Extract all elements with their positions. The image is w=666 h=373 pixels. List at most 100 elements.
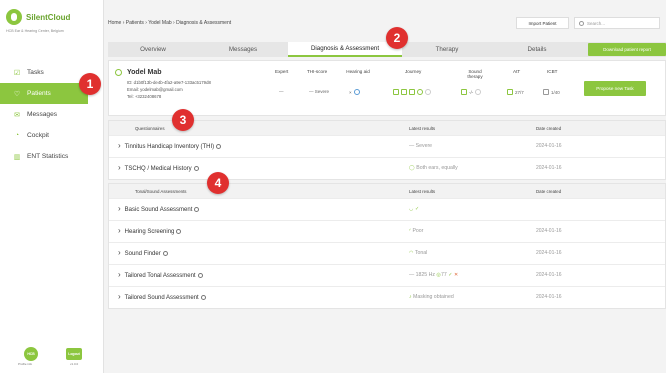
journey-step-icon <box>417 89 423 95</box>
dash-icon: — <box>409 272 416 278</box>
patients-icon: ♡ <box>13 90 21 98</box>
hearing-aid-label: Hearing aid <box>346 69 370 74</box>
sidebar-item-cockpit[interactable]: ◔ Cockpit <box>0 125 104 146</box>
search-input[interactable]: Search... <box>574 17 660 29</box>
row-result: Both ears, equally <box>416 165 458 171</box>
info-icon[interactable] <box>162 250 168 256</box>
sidebar-item-label: Messages <box>27 111 58 118</box>
icbt-label: ICBT <box>547 69 558 74</box>
checklist-icon: ☑ <box>13 69 21 77</box>
table-row[interactable]: Sound Finder ◠ Tonal 2024-01-16 <box>109 242 665 264</box>
top-bar: Home › Patients › Yodel Mab › Diagnosis … <box>108 17 660 31</box>
sidebar: SilentCloud HCB Ear & Hearing Center, Be… <box>0 0 104 373</box>
journey-label: Journey <box>405 69 422 74</box>
breadcrumb[interactable]: Home › Patients › Yodel Mab › Diagnosis … <box>108 20 231 26</box>
avatar[interactable]: HCB <box>24 347 38 361</box>
annotation-badge: 4 <box>207 172 229 194</box>
search-icon <box>579 20 584 26</box>
row-result: ✓ <box>414 206 420 212</box>
thi-value: — Severe <box>309 89 330 94</box>
sidebar-item-label: Cockpit <box>27 132 49 139</box>
info-icon[interactable] <box>193 165 199 171</box>
patient-name: Yodel Mab <box>127 69 162 76</box>
sidebar-item-label: Tasks <box>27 69 44 76</box>
close-icon: ✕ <box>454 272 459 278</box>
app-name: SilentCloud <box>26 12 71 22</box>
sidebar-item-ent-statistics[interactable]: ▥ ENT Statistics <box>0 146 104 167</box>
propose-task-button[interactable]: Propose new Task <box>584 81 646 96</box>
ear-icon <box>353 89 360 95</box>
journey-steps[interactable] <box>393 89 431 95</box>
row-result: Tonal <box>414 250 428 256</box>
download-report-button[interactable]: Download patient report <box>588 43 666 56</box>
sidebar-item-messages[interactable]: ✉ Messages <box>0 104 104 125</box>
app-logo[interactable]: SilentCloud <box>6 9 70 25</box>
row-title: Hearing Screening <box>124 229 175 235</box>
check-icon: ✓ <box>448 272 453 278</box>
column-header: Date created <box>536 188 562 194</box>
info-icon[interactable] <box>194 206 200 212</box>
table-row[interactable]: Tailored Tonal Assessment — 1825 Hz ◎77 … <box>109 264 665 286</box>
hearing-aid-value[interactable]: × <box>349 89 360 95</box>
row-date: 2024-01-16 <box>536 143 562 149</box>
tonal-assessments-table: Tonal/Sound Assessments Latest results D… <box>108 183 666 309</box>
row-date: 2024-01-16 <box>536 294 562 300</box>
att-value: 27/7 <box>507 89 524 95</box>
avatar-caption: Profile info <box>18 362 33 366</box>
expert-label: Expert <box>275 69 289 74</box>
import-patient-button[interactable]: Import Patient <box>516 17 569 29</box>
info-icon[interactable] <box>197 272 203 278</box>
logout-button[interactable]: Logout <box>66 348 82 360</box>
annotation-badge: 1 <box>79 73 101 95</box>
sound-therapy-label: Sound therapy <box>467 69 483 80</box>
row-result: Masking obtained <box>413 294 454 300</box>
row-title: Tailored Tonal Assessment <box>124 273 196 279</box>
table-row[interactable]: TSCHQ / Medical History ◯ Both ears, equ… <box>109 157 665 179</box>
journey-step-icon <box>401 89 407 95</box>
row-title: TSCHQ / Medical History <box>124 166 192 172</box>
cockpit-icon: ◔ <box>14 132 20 139</box>
row-title: Sound Finder <box>124 251 161 257</box>
att-label: AtT <box>513 69 521 74</box>
table-row[interactable]: Hearing Screening ◜ Poor 2024-01-16 <box>109 220 665 242</box>
annotation-badge: 2 <box>386 27 408 49</box>
row-result: Poor <box>412 228 424 234</box>
cloud-icon <box>543 89 549 95</box>
tab-overview[interactable]: Overview <box>108 42 198 57</box>
tab-details[interactable]: Details <box>492 42 582 57</box>
table-row[interactable]: Tinnitus Handicap Inventory (THI) — Seve… <box>109 135 665 157</box>
info-icon[interactable] <box>200 294 206 300</box>
journey-step-icon <box>425 89 431 95</box>
info-icon[interactable] <box>216 143 222 149</box>
column-header: Questionnaires <box>135 125 165 131</box>
row-title: Tinnitus Handicap Inventory (THI) <box>124 144 215 150</box>
questionnaires-table: Questionnaires Latest results Date creat… <box>108 120 666 180</box>
patient-status-icon <box>115 69 122 76</box>
row-result: 1825 Hz <box>415 272 435 278</box>
annotation-badge: 3 <box>172 109 194 131</box>
messages-icon: ✉ <box>14 111 20 119</box>
logo-icon <box>6 9 22 25</box>
thi-label: THI-score <box>307 69 328 74</box>
column-header: Tonal/Sound Assessments <box>135 188 187 194</box>
tab-diagnosis-assessment[interactable]: Diagnosis & Assessment <box>288 42 402 57</box>
info-icon[interactable] <box>176 228 182 234</box>
tab-therapy[interactable]: Therapy <box>402 42 492 57</box>
patient-id: ID: d1b0f13b-de4b-4fa2-a9e7-133ac5179d8 <box>127 80 211 85</box>
row-date: 2024-01-16 <box>536 272 562 278</box>
row-date: 2024-01-16 <box>536 165 562 171</box>
expert-value: — <box>279 89 284 94</box>
patient-email: Email: yodelmab@gmail.com <box>127 87 183 92</box>
search-placeholder: Search... <box>587 20 606 26</box>
tab-messages[interactable]: Messages <box>198 42 288 57</box>
column-header: Date created <box>536 125 562 131</box>
table-row[interactable]: Tailored Sound Assessment ♪ Masking obta… <box>109 286 665 308</box>
row-result: — Severe <box>409 143 433 149</box>
app-subtitle: HCB Ear & Hearing Center, Belgium <box>6 29 64 33</box>
table-row[interactable]: Basic Sound Assessment ◡ ✓ <box>109 198 665 220</box>
sidebar-item-patients[interactable]: ♡ Patients <box>0 83 88 104</box>
row-date: 2024-01-16 <box>536 250 562 256</box>
column-header: Latest results <box>409 125 436 131</box>
journey-step-icon <box>409 89 415 95</box>
row-date: 2024-01-16 <box>536 228 562 234</box>
